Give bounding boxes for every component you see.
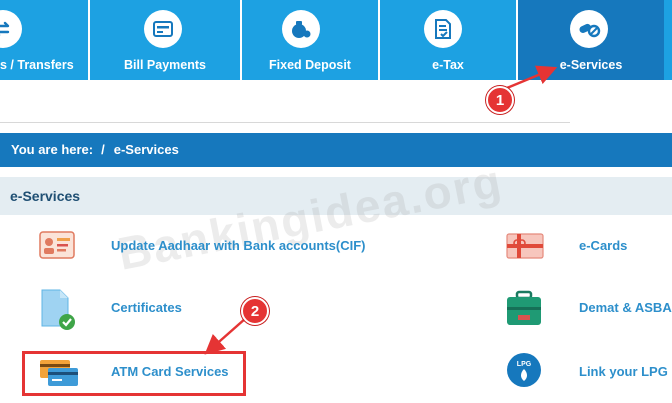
- breadcrumb-prefix: You are here:: [11, 142, 94, 157]
- service-label[interactable]: Link your LPG: [579, 364, 668, 379]
- service-ecards[interactable]: e-Cards: [505, 226, 672, 266]
- breadcrumb-separator: /: [101, 142, 105, 157]
- service-label[interactable]: Update Aadhaar with Bank accounts(CIF): [111, 238, 366, 253]
- section-title: e-Services: [10, 188, 81, 204]
- pills-icon: [570, 10, 608, 48]
- nav-label: Bill Payments: [124, 58, 206, 72]
- tax-document-icon: [424, 10, 462, 48]
- money-bag-icon: [282, 10, 320, 48]
- transfer-arrows-icon: [0, 10, 22, 48]
- breadcrumb-current[interactable]: e-Services: [114, 142, 179, 157]
- service-label[interactable]: e-Cards: [579, 238, 627, 253]
- service-link-lpg[interactable]: LPG Link your LPG: [505, 352, 672, 392]
- certificate-document-icon: [38, 288, 82, 330]
- aadhaar-card-icon: [38, 226, 82, 266]
- section-header: e-Services: [0, 177, 672, 215]
- nav-edge: [664, 0, 672, 80]
- highlight-box: [22, 351, 246, 396]
- svg-text:LPG: LPG: [517, 361, 532, 368]
- briefcase-icon: [505, 288, 549, 328]
- breadcrumb: You are here: / e-Services: [0, 133, 672, 167]
- nav-label: s / Transfers: [0, 58, 74, 72]
- service-certificates[interactable]: Certificates: [38, 288, 238, 330]
- annotation-badge-1: 1: [486, 86, 514, 114]
- lpg-flame-icon: LPG: [505, 352, 549, 392]
- nav-item-eservices[interactable]: e-Services: [518, 0, 664, 80]
- nav-item-transfers[interactable]: s / Transfers: [0, 0, 88, 80]
- service-label[interactable]: Certificates: [111, 300, 182, 315]
- nav-item-etax[interactable]: e-Tax: [380, 0, 516, 80]
- nav-label: e-Tax: [432, 58, 464, 72]
- gift-card-icon: [505, 226, 549, 266]
- nav-item-fixed-deposit[interactable]: Fixed Deposit: [242, 0, 378, 80]
- nav-item-bill-payments[interactable]: Bill Payments: [90, 0, 240, 80]
- nav-label: e-Services: [559, 58, 623, 72]
- annotation-badge-2: 2: [241, 297, 269, 325]
- bill-card-icon: [144, 10, 182, 48]
- service-update-aadhaar[interactable]: Update Aadhaar with Bank accounts(CIF): [38, 226, 378, 266]
- service-demat-asba[interactable]: Demat & ASBA: [505, 288, 672, 328]
- service-label[interactable]: Demat & ASBA: [579, 300, 672, 315]
- divider: [0, 122, 570, 123]
- nav-label: Fixed Deposit: [269, 58, 351, 72]
- top-navigation: s / Transfers Bill Payments Fixed Deposi…: [0, 0, 672, 80]
